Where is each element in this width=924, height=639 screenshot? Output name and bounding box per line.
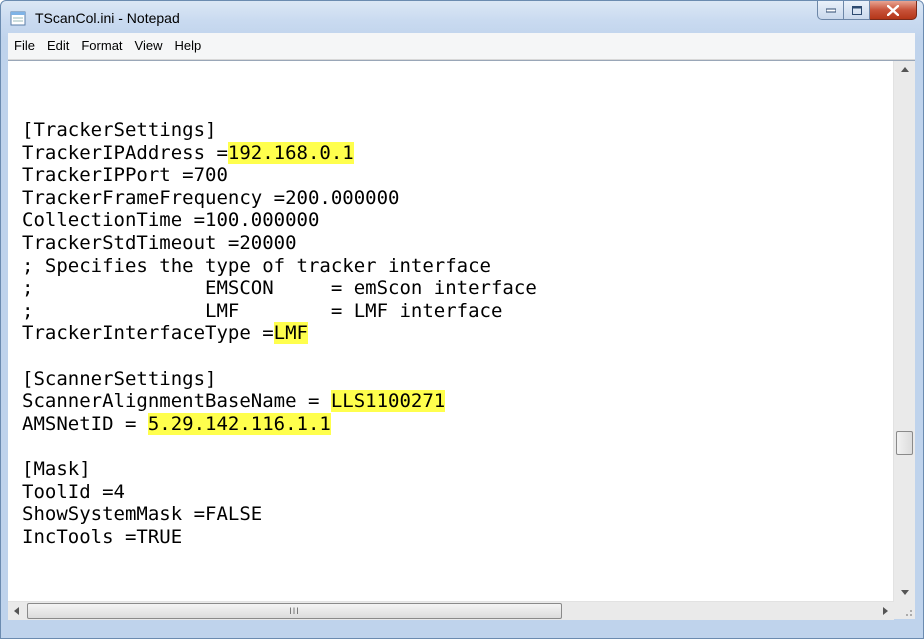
line-text: ; EMSCON = emScon interface <box>22 277 537 300</box>
notepad-window: TScanCol.ini - Notepad File Edit Format … <box>0 0 924 639</box>
menu-view[interactable]: View <box>129 33 169 59</box>
maximize-icon <box>851 5 862 15</box>
arrow-left-icon <box>14 607 19 615</box>
scroll-up-button[interactable] <box>894 61 915 78</box>
text-line: TrackerIPAddress =192.168.0.1 <box>22 141 537 165</box>
menu-bar: File Edit Format View Help <box>8 33 915 60</box>
highlighted-value: LMF <box>273 322 308 345</box>
text-line: [Mask] <box>22 458 537 481</box>
vertical-scrollbar[interactable] <box>893 61 915 601</box>
scroll-down-button[interactable] <box>894 584 915 601</box>
text-line: ShowSystemMask =FALSE <box>22 503 537 526</box>
maximize-button[interactable] <box>844 1 870 20</box>
arrow-down-icon <box>900 590 909 595</box>
text-line: ; EMSCON = emScon interface <box>22 277 537 300</box>
vertical-scroll-thumb[interactable] <box>896 431 913 455</box>
horizontal-scroll-thumb[interactable]: III <box>27 603 562 619</box>
highlighted-value: 192.168.0.1 <box>227 141 354 164</box>
size-grip[interactable] <box>894 601 915 619</box>
minimize-icon <box>825 8 836 13</box>
text-line: ; LMF = LMF interface <box>22 300 537 323</box>
scroll-grip: III <box>289 606 300 616</box>
text-line: ScannerAlignmentBaseName = LLS1100271 <box>22 390 537 413</box>
line-text: AMSNetID = <box>22 412 148 435</box>
horizontal-scrollbar[interactable]: III <box>8 601 894 620</box>
highlighted-value: 5.29.142.116.1.1 <box>147 412 331 435</box>
text-line <box>22 345 537 368</box>
line-text: ; LMF = LMF interface <box>22 299 503 322</box>
line-text: TrackerStdTimeout =20000 <box>22 231 297 254</box>
line-text: CollectionTime =100.000000 <box>22 209 320 232</box>
caption-buttons <box>817 1 917 21</box>
text-line: [ScannerSettings] <box>22 368 537 391</box>
text-line: TrackerIPPort =700 <box>22 164 537 187</box>
close-icon <box>887 4 899 16</box>
edit-area: [TrackerSettings] TrackerIPAddress =192.1… <box>8 60 915 620</box>
line-text: [Mask] <box>22 457 91 480</box>
resize-grip-icon <box>906 610 912 616</box>
menu-file[interactable]: File <box>8 33 41 59</box>
text-line: TrackerFrameFrequency =200.000000 <box>22 187 537 210</box>
window-title: TScanCol.ini - Notepad <box>35 10 180 26</box>
line-text: [ScannerSettings] <box>22 367 217 390</box>
highlighted-value: LLS1100271 <box>330 390 446 413</box>
title-bar[interactable]: TScanCol.ini - Notepad <box>1 1 923 33</box>
text-line: AMSNetID = 5.29.142.116.1.1 <box>22 412 537 436</box>
text-line: TrackerStdTimeout =20000 <box>22 232 537 255</box>
text-line: CollectionTime =100.000000 <box>22 209 537 232</box>
text-line <box>22 435 537 458</box>
line-text: ShowSystemMask =FALSE <box>22 503 263 526</box>
menu-help[interactable]: Help <box>168 33 207 59</box>
menu-format[interactable]: Format <box>75 33 128 59</box>
notepad-icon <box>10 11 26 26</box>
line-text: IncTools =TRUE <box>22 525 183 548</box>
text-line: ToolId =4 <box>22 481 537 504</box>
text-line: ; Specifies the type of tracker interfac… <box>22 255 537 278</box>
close-button[interactable] <box>870 1 917 20</box>
line-text: ToolId =4 <box>22 480 125 503</box>
line-text: ; Specifies the type of tracker interfac… <box>22 254 491 277</box>
line-text: TrackerIPAddress = <box>22 141 228 164</box>
text-line: IncTools =TRUE <box>22 526 537 549</box>
line-text: TrackerIPPort =700 <box>22 164 228 187</box>
line-text: ScannerAlignmentBaseName = <box>22 390 331 413</box>
line-text: TrackerFrameFrequency =200.000000 <box>22 186 400 209</box>
arrow-up-icon <box>900 67 909 72</box>
text-content[interactable]: [TrackerSettings] TrackerIPAddress =192.1… <box>22 119 537 548</box>
arrow-right-icon <box>883 607 888 615</box>
menu-edit[interactable]: Edit <box>41 33 75 59</box>
minimize-button[interactable] <box>817 1 844 20</box>
text-editor[interactable]: [TrackerSettings] TrackerIPAddress =192.1… <box>8 61 894 601</box>
line-text: [TrackerSettings] <box>22 119 217 141</box>
text-line: [TrackerSettings] <box>22 119 537 142</box>
scroll-left-button[interactable] <box>8 602 25 620</box>
text-line: TrackerInterfaceType =LMF <box>22 322 537 345</box>
scroll-right-button[interactable] <box>877 602 894 620</box>
line-text: TrackerInterfaceType = <box>22 322 274 345</box>
